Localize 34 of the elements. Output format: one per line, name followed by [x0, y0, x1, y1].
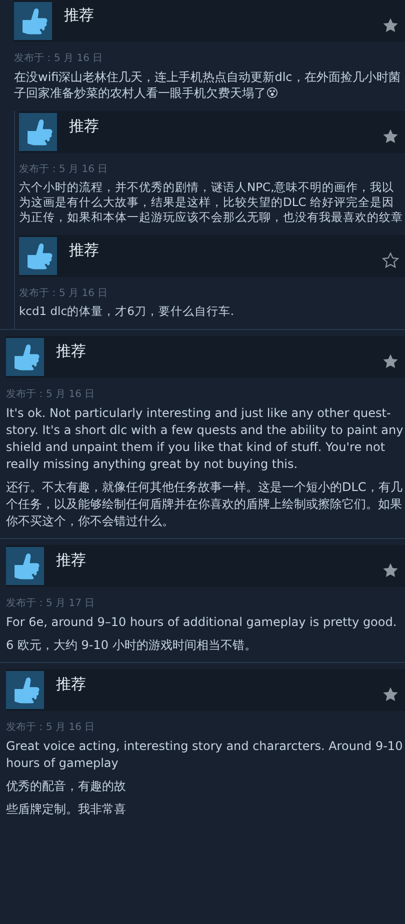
verdict-label: 推荐 — [56, 342, 87, 361]
verdict-label: 推荐 — [69, 117, 100, 136]
thumbs-up-icon — [14, 2, 52, 40]
star-icon[interactable] — [382, 562, 399, 579]
review-text: 6 欧元，大约 9-10 小时的游戏时间相当不错。 — [6, 637, 258, 654]
review-text: 六个小时的流程，并不优秀的剧情，谜语人NPC,意味不明的画作，我以为这画是有什么大故事，结果是这样，比较失望的DLC 给好评完全是因为正传，如果和本体一起游玩应该不会那么无聊，也没有我最喜欢的纹章 — [19, 180, 404, 225]
post-date: 发布于：5 月 16 日 — [6, 721, 96, 734]
post-date: 发布于：5 月 16 日 — [19, 163, 109, 176]
star-icon[interactable] — [382, 17, 399, 34]
thumbs-up-icon — [19, 237, 57, 275]
review-text: It's ok. Not particularly interesting and just like any other quest-story. It's a short dlc with a few quests and the ability to paint any shield and unpaint them if you like that kind of stuff. You're not really missing anything great by not buying this. — [6, 405, 404, 473]
verdict-label: 推荐 — [56, 551, 87, 570]
star-icon[interactable] — [382, 686, 399, 703]
post-date: 发布于：5 月 16 日 — [6, 388, 96, 401]
thumbs-up-icon — [19, 113, 57, 151]
star-icon[interactable] — [382, 128, 399, 145]
star-icon[interactable] — [382, 252, 399, 269]
verdict-label: 推荐 — [69, 241, 100, 260]
review-text: kcd1 dlc的体量，才6刀，要什么自行车. — [19, 304, 236, 319]
star-icon[interactable] — [382, 353, 399, 370]
post-date: 发布于：5 月 16 日 — [14, 52, 104, 65]
review-text: Great voice acting, interesting story and chararcters. Around 9-10 hours of gameplay — [6, 738, 404, 772]
verdict-label: 推荐 — [64, 6, 95, 25]
review-text: 在没wifi深山老林住几天，连上手机热点自动更新dlc，在外面捡几小时菌子回家准备炒菜的农村人看一眼手机欠费天塌了😵 — [14, 69, 402, 101]
review-text: 些盾牌定制。我非常喜 — [6, 801, 127, 818]
post-date: 发布于：5 月 17 日 — [6, 597, 96, 610]
thumbs-up-icon — [6, 671, 44, 709]
post-date: 发布于：5 月 16 日 — [19, 287, 109, 300]
review-text: 还行。不太有趣，就像任何其他任务故事一样。这是一个短小的DLC，有几个任务，以及能够绘制任何盾牌并在你喜欢的盾牌上绘制或擦除它们。如果你不买这个，你不会错过什么。 — [6, 479, 404, 530]
thumbs-up-icon — [6, 547, 44, 585]
verdict-label: 推荐 — [56, 675, 87, 694]
review-text: For 6e, around 9–10 hours of additional gameplay is pretty good. — [6, 614, 398, 631]
thumbs-up-icon — [6, 338, 44, 376]
review-text: 优秀的配音，有趣的故 — [6, 778, 127, 795]
